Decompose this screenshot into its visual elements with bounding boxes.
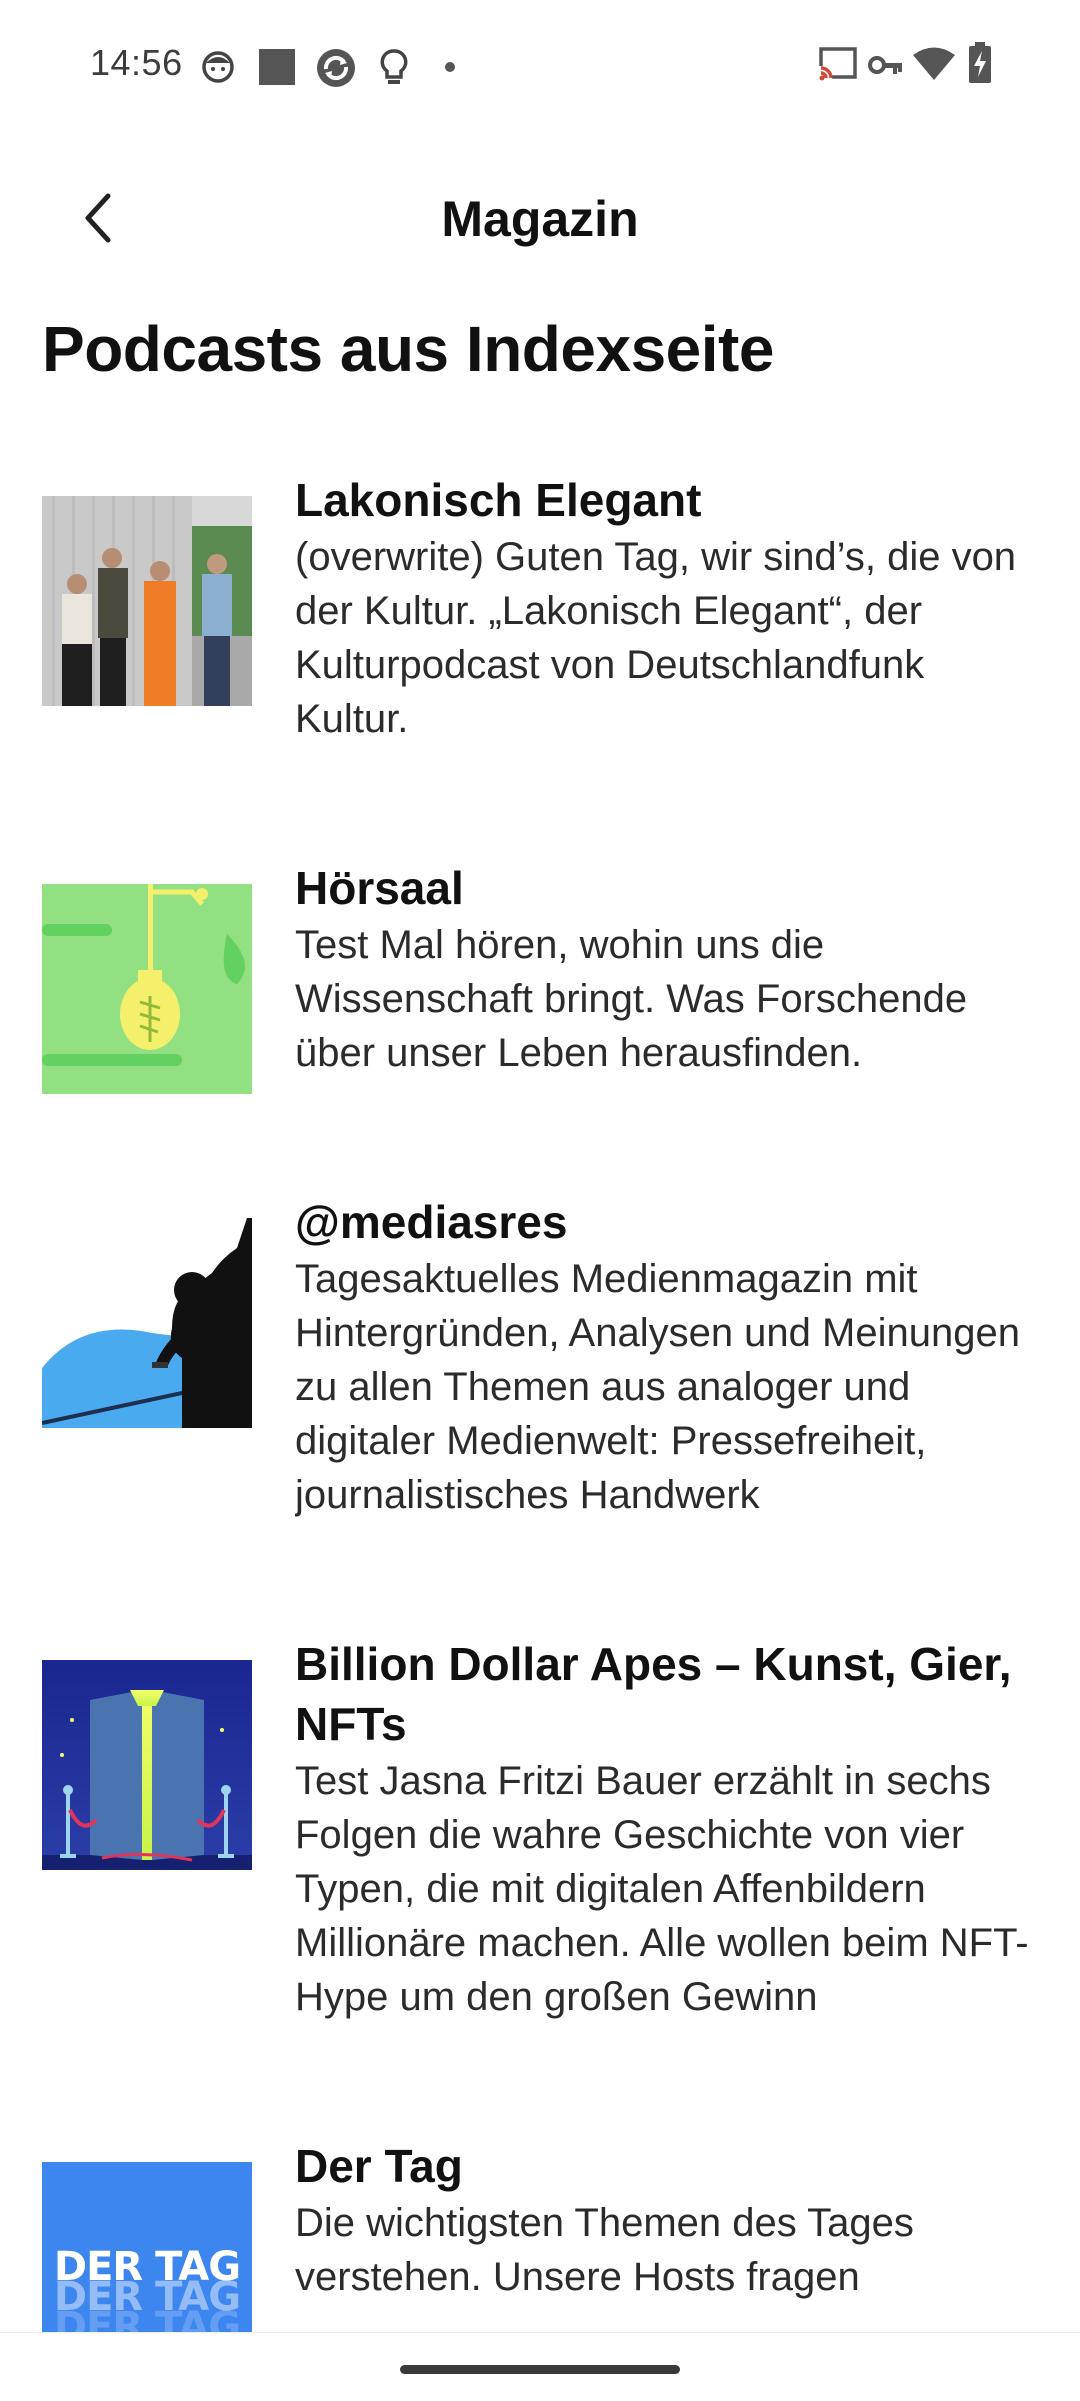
podcast-description: Test Jasna Fritzi Bauer erzählt in sechs… — [295, 1759, 1029, 2019]
podcast-description: Test Mal hören, wohin uns die Wissenscha… — [295, 923, 968, 1075]
square-icon — [258, 48, 296, 91]
sync-icon — [316, 48, 356, 93]
status-time: 14:56 — [90, 42, 183, 83]
cover-title-echo: DER TAG — [53, 2304, 241, 2332]
podcast-item-hoersaal[interactable]: Hörsaal Test Mal hören, wohin uns die Wi… — [0, 858, 1080, 1148]
podcast-text: Billion Dollar Apes – Kunst, Gier, NFTs … — [295, 1634, 1038, 2024]
podcast-cover-image — [42, 496, 252, 706]
podcast-item-billion-dollar-apes[interactable]: Billion Dollar Apes – Kunst, Gier, NFTs … — [0, 1634, 1080, 2094]
podcast-cover-image — [42, 884, 252, 1094]
podcast-item-lakonisch-elegant[interactable]: Lakonisch Elegant (overwrite) Guten Tag,… — [0, 470, 1080, 810]
podcast-description: Die wichtigsten Themen des Tages versteh… — [295, 2201, 914, 2299]
app-bar: Magazin — [0, 134, 1080, 304]
cast-icon — [818, 46, 858, 87]
podcast-description: Tagesaktuelles Medienmagazin mit Hinterg… — [295, 1257, 1020, 1517]
page-title: Magazin — [441, 191, 639, 247]
status-bar: 14:56 — [0, 0, 1080, 134]
podcast-text: Hörsaal Test Mal hören, wohin uns die Wi… — [295, 858, 1038, 1080]
podcast-title: Billion Dollar Apes – Kunst, Gier, NFTs — [295, 1638, 1012, 1750]
podcast-item-der-tag[interactable]: DER TAG DER TAG DER TAG Der Tag Die wich… — [0, 2136, 1080, 2332]
podcast-list: Lakonisch Elegant (overwrite) Guten Tag,… — [0, 470, 1080, 2332]
podcast-text: Der Tag Die wichtigsten Themen des Tages… — [295, 2136, 1038, 2304]
section-title: Podcasts aus Indexseite — [42, 313, 774, 385]
home-gesture-handle[interactable] — [400, 2365, 680, 2374]
battery-charging-icon — [968, 42, 992, 89]
podcast-text: Lakonisch Elegant (overwrite) Guten Tag,… — [295, 470, 1038, 746]
podcast-item-mediasres[interactable]: @mediasres Tagesaktuelles Medienmagazin … — [0, 1192, 1080, 1592]
wifi-icon — [912, 46, 956, 87]
dot-icon — [444, 60, 456, 78]
podcast-cover-image — [42, 1660, 252, 1870]
podcast-text: @mediasres Tagesaktuelles Medienmagazin … — [295, 1192, 1038, 1522]
podcast-title: Der Tag — [295, 2140, 463, 2192]
vpn-key-icon — [868, 54, 904, 81]
podcast-cover-image: DER TAG DER TAG DER TAG — [42, 2162, 252, 2332]
podcast-title: Hörsaal — [295, 862, 464, 914]
face-icon — [200, 48, 236, 89]
navigation-bar — [0, 2332, 1080, 2401]
lightbulb-icon — [378, 48, 410, 93]
podcast-description: (overwrite) Guten Tag, wir sind’s, die v… — [295, 535, 1017, 741]
podcast-cover-image — [42, 1218, 252, 1428]
podcast-title: Lakonisch Elegant — [295, 474, 702, 526]
podcast-title: @mediasres — [295, 1196, 568, 1248]
